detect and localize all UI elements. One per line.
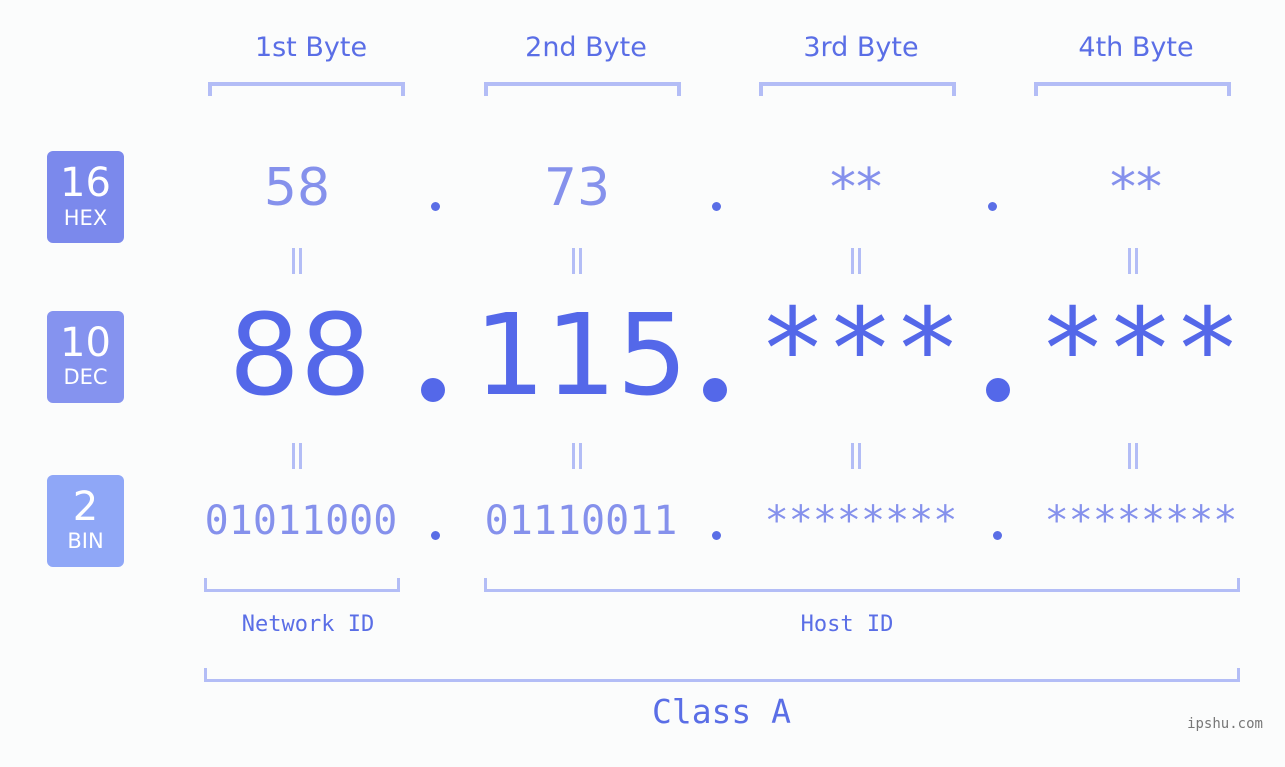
equals-sign (572, 248, 582, 274)
hex-value-1: 58 (263, 158, 331, 218)
dec-value-3: *** (758, 285, 962, 415)
class-bracket (204, 668, 1240, 682)
hex-badge-label: HEX (63, 206, 108, 230)
byte-bracket-2 (484, 82, 681, 96)
equals-sign (1128, 443, 1138, 469)
hex-separator-dot (712, 202, 721, 211)
bin-badge: 2 BIN (47, 475, 124, 567)
bin-badge-label: BIN (67, 529, 104, 553)
hex-badge-number: 16 (60, 160, 111, 206)
host-id-label: Host ID (800, 612, 894, 637)
hex-value-4: ** (1110, 158, 1162, 218)
class-label: Class A (651, 692, 792, 731)
byte-title-1: 1st Byte (254, 32, 368, 63)
byte-title-3: 3rd Byte (803, 32, 919, 63)
equals-sign (851, 248, 861, 274)
hex-value-3: ** (830, 158, 882, 218)
bin-value-3: ******** (764, 498, 958, 544)
dec-badge-number: 10 (60, 320, 111, 366)
bin-badge-number: 2 (72, 484, 99, 530)
dec-badge: 10 DEC (47, 311, 124, 403)
byte-title-2: 2nd Byte (525, 32, 647, 63)
equals-sign (292, 248, 302, 274)
byte-bracket-4 (1034, 82, 1231, 96)
host-id-bracket (484, 578, 1240, 592)
dec-value-1: 88 (228, 291, 372, 421)
hex-badge: 16 HEX (47, 151, 124, 243)
dec-value-4: *** (1038, 285, 1242, 415)
dec-separator-dot (703, 378, 727, 402)
equals-sign (292, 443, 302, 469)
hex-separator-dot (431, 202, 440, 211)
bin-value-1: 01011000 (204, 498, 398, 544)
equals-sign (572, 443, 582, 469)
byte-title-4: 4th Byte (1078, 32, 1194, 63)
dec-separator-dot (421, 378, 445, 402)
hex-value-2: 73 (543, 158, 611, 218)
dec-value-2: 115 (474, 291, 688, 421)
bin-value-4: ******** (1044, 498, 1238, 544)
network-id-bracket (204, 578, 400, 592)
equals-sign (851, 443, 861, 469)
dec-badge-label: DEC (63, 365, 108, 389)
bin-separator-dot (431, 531, 440, 540)
network-id-label: Network ID (241, 612, 375, 637)
hex-separator-dot (988, 202, 997, 211)
byte-bracket-3 (759, 82, 956, 96)
bin-separator-dot (712, 531, 721, 540)
watermark: ipshu.com (1187, 716, 1263, 732)
byte-bracket-1 (208, 82, 405, 96)
equals-sign (1128, 248, 1138, 274)
bin-value-2: 01110011 (484, 498, 678, 544)
dec-separator-dot (986, 378, 1010, 402)
bin-separator-dot (993, 531, 1002, 540)
